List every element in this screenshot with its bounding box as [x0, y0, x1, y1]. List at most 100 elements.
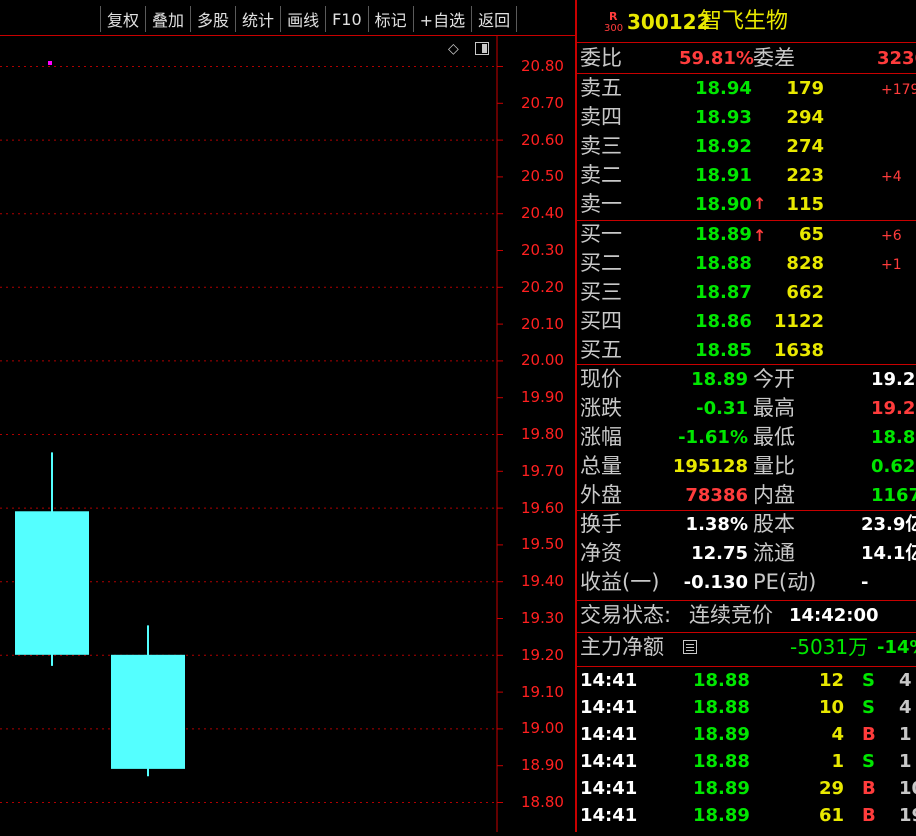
axis-tick-label: 19.90 [521, 388, 564, 407]
axis-tick-label: 18.80 [521, 793, 564, 811]
asks-price: 18.94 [695, 78, 752, 99]
axis-tick-label: 18.90 [521, 756, 564, 775]
panel-toggle-icon[interactable] [475, 42, 489, 55]
tick-count: 4 [899, 697, 912, 718]
tick-side: B [862, 778, 876, 799]
asks-volume: 274 [786, 136, 824, 157]
divider [577, 364, 916, 365]
tick-volume: 61 [818, 805, 844, 826]
asks-volume: 294 [786, 107, 824, 128]
diamond-icon[interactable]: ◇ [448, 42, 459, 56]
chart-canvas[interactable] [0, 0, 575, 832]
asks-price: 18.93 [695, 107, 752, 128]
tick-price: 18.88 [693, 751, 750, 772]
quote-label: 总量 [580, 454, 622, 478]
tick-count: 19 [899, 805, 916, 826]
asks-volume: 115 [786, 194, 824, 215]
tick-price: 18.88 [693, 670, 750, 691]
tick-price: 18.89 [693, 778, 750, 799]
axis-tick-label: 20.50 [521, 167, 564, 186]
bids-label: 买三 [580, 280, 622, 304]
weicha-label: 委差 [753, 46, 795, 70]
bids-volume: 828 [786, 253, 824, 274]
toolbar-button-2[interactable]: 多股 [190, 6, 235, 32]
chart-toolbar: 复权 叠加 多股 统计 画线 F10 标记 +自选 返回 [100, 6, 518, 34]
asks-price: 18.92 [695, 136, 752, 157]
fund-label: 股本 [753, 512, 795, 536]
quote-label: 内盘 [753, 483, 795, 507]
axis-tick-label: 20.70 [521, 93, 564, 112]
axis-tick-label: 19.50 [521, 535, 564, 554]
quote-value: 78386 [685, 485, 748, 506]
tick-side: S [862, 697, 875, 718]
weibi-value: 59.81% [679, 48, 754, 69]
tick-time: 14:41 [580, 670, 638, 691]
bids-price: 18.85 [695, 340, 752, 361]
tick-time: 14:41 [580, 724, 638, 745]
tick-count: 4 [899, 670, 912, 691]
axis-tick-label: 20.00 [521, 351, 564, 370]
tick-volume: 12 [818, 670, 844, 691]
asks-price: 18.90 [695, 194, 752, 215]
market-badge-bottom: 300 [604, 23, 624, 34]
axis-tick-label: 19.80 [521, 425, 564, 443]
fund-value: 1.38% [685, 514, 748, 535]
fund-label: 流通 [753, 541, 795, 565]
bid-up-arrow-icon: ↑ [753, 226, 767, 245]
toolbar-button-1[interactable]: 叠加 [145, 6, 190, 32]
quote-label: 最高 [753, 396, 795, 420]
quote-label: 量比 [753, 454, 795, 478]
divider [577, 42, 916, 43]
bids-price: 18.86 [695, 311, 752, 332]
candlestick-chart[interactable]: 20.80 20.70 20.60 20.50 20.40 20.30 20.20 20.10… [0, 0, 575, 832]
asks-change: +4 [881, 169, 902, 185]
bids-label: 买二 [580, 251, 622, 275]
bids-volume: 65 [798, 224, 824, 245]
axis-tick-label: 19.70 [521, 461, 564, 480]
weicha-value: 3230 [877, 48, 916, 69]
stock-code: 300122 [627, 10, 711, 34]
asks-label: 卖四 [580, 105, 622, 129]
bids-change: +6 [881, 228, 902, 244]
trade-status-label: 交易状态: [580, 603, 672, 627]
quote-value: -0.31 [696, 398, 748, 419]
candle-body[interactable] [15, 511, 89, 655]
tick-price: 18.89 [693, 724, 750, 745]
axis-tick-label: 20.80 [521, 57, 564, 75]
bids-label: 买四 [580, 309, 622, 333]
toolbar-button-6[interactable]: 标记 [367, 6, 413, 32]
fund-value: 14.1亿 [861, 543, 916, 564]
tick-side: B [862, 724, 876, 745]
asks-label: 卖二 [580, 163, 622, 187]
tick-time: 14:41 [580, 697, 638, 718]
bids-price: 18.88 [695, 253, 752, 274]
fund-value: - [861, 572, 869, 593]
asks-label: 卖三 [580, 134, 622, 158]
divider [577, 666, 916, 667]
tick-count: 10 [899, 778, 916, 799]
bids-volume: 1122 [773, 311, 824, 332]
stock-name: 智飞生物 [700, 9, 789, 34]
quote-value: 116742 [871, 485, 916, 506]
divider [577, 220, 916, 221]
quote-label: 今开 [753, 367, 795, 391]
toolbar-button-7[interactable]: +自选 [412, 6, 471, 32]
axis-tick-label: 19.10 [521, 682, 564, 701]
weibi-label: 委比 [580, 46, 622, 70]
fund-label: PE(动) [753, 570, 817, 594]
candle-body[interactable] [111, 654, 185, 769]
toolbar-button-0[interactable]: 复权 [100, 6, 145, 32]
quote-panel: R 300 300122 智飞生物 委比 59.81% 委差 3230 卖五18… [575, 0, 916, 832]
toolbar-button-8[interactable]: 返回 [471, 6, 518, 32]
toolbar-button-4[interactable]: 画线 [280, 6, 325, 32]
quote-value: 19.20 [871, 369, 916, 390]
toolbar-button-3[interactable]: 统计 [235, 6, 280, 32]
list-icon[interactable] [683, 640, 697, 654]
asks-volume: 179 [786, 78, 824, 99]
bids-change: +1 [881, 257, 902, 273]
fund-value: 12.75 [691, 543, 748, 564]
toolbar-button-5[interactable]: F10 [325, 6, 368, 32]
tick-time: 14:41 [580, 778, 638, 799]
bids-price: 18.89 [695, 224, 752, 245]
divider [577, 73, 916, 74]
